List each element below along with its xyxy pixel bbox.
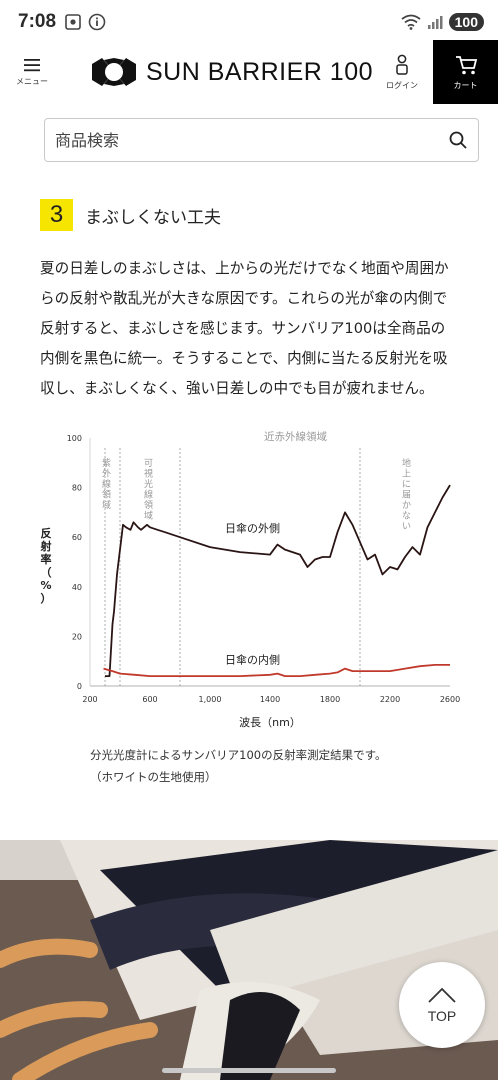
battery-badge: 100 <box>448 13 484 31</box>
site-header: メニュー SUN BARRIER 100 ログイン カート <box>0 40 498 104</box>
paragraph-line: 反射すると、まぶしさを感じます。サンバリア100は全商品の <box>40 320 446 337</box>
x-tick-label: 1800 <box>320 695 340 704</box>
region-label: 紫外線領域 <box>102 458 111 511</box>
x-tick-label: 200 <box>82 695 97 704</box>
reflectance-chart: 0 20 40 60 80 100 200 600 1,000 1400 1800 2200 2600 紫… <box>40 430 461 729</box>
user-icon <box>396 54 408 75</box>
back-to-top-button[interactable]: TOP <box>399 962 485 1048</box>
chevron-up-icon <box>428 987 456 1003</box>
series-line <box>105 484 451 678</box>
series-label: 日傘の外側 <box>225 522 280 535</box>
region-label: 近赤外線領域 <box>264 430 327 443</box>
y-tick-label: 0 <box>77 682 82 691</box>
screenshot-icon <box>65 14 81 30</box>
cart-icon <box>455 55 477 74</box>
home-indicator[interactable] <box>162 1068 336 1073</box>
paragraph-line: らの反射や散乱光が大きな原因です。これらの光が傘の内側で <box>40 290 448 307</box>
paragraph-line: 収し、まぶしくなく、強い日差しの中でも目が疲れません。 <box>40 380 434 397</box>
search-icon[interactable] <box>448 130 468 150</box>
section-heading: 3 まぶしくない工夫 <box>40 199 221 231</box>
region-label: 地上に届かない <box>402 457 411 532</box>
x-tick-label: 1400 <box>260 695 280 704</box>
x-tick-label: 2200 <box>380 695 400 704</box>
status-bar: 7:08 100 <box>0 0 498 44</box>
info-icon <box>88 13 106 31</box>
chart-caption: 分光光度計によるサンバリア100の反射率測定結果です。 （ホワイトの生地使用） <box>90 744 386 788</box>
paragraph-line: 内側を黒色に統一。そうすることで、内側に当たる反射光を吸 <box>40 350 448 367</box>
login-button[interactable]: ログイン <box>376 40 428 104</box>
y-tick-label: 60 <box>72 533 82 542</box>
search-input[interactable] <box>55 130 448 150</box>
region-label: 可視光線領域 <box>144 458 153 522</box>
menu-button[interactable]: メニュー <box>0 40 64 104</box>
cart-button[interactable]: カート <box>433 40 498 104</box>
wifi-icon <box>401 14 421 30</box>
top-label: TOP <box>427 1008 457 1024</box>
section-paragraph: 夏の日差しのまぶしさは、上からの光だけでなく地面や周囲か らの反射や散乱光が大き… <box>40 254 460 404</box>
search-box[interactable] <box>44 118 479 162</box>
series-label: 日傘の内側 <box>225 653 280 667</box>
section-title: まぶしくない工夫 <box>85 207 221 228</box>
chart-caption-line: 分光光度計によるサンバリア100の反射率測定結果です。 <box>90 748 387 762</box>
logo-text: SUN BARRIER 100 <box>146 57 374 86</box>
login-label: ログイン <box>386 80 418 90</box>
y-tick-label: 20 <box>72 632 82 641</box>
hamburger-icon <box>24 59 40 72</box>
x-tick-label: 1,000 <box>199 695 222 704</box>
y-tick-label: 80 <box>72 484 82 493</box>
y-tick-label: 40 <box>72 583 82 592</box>
x-tick-label: 2600 <box>440 695 460 704</box>
section-number: 3 <box>40 199 73 231</box>
cart-label: カート <box>453 80 478 90</box>
y-tick-label: 100 <box>67 434 82 443</box>
x-tick-label: 600 <box>142 695 157 704</box>
site-logo[interactable]: SUN BARRIER 100 <box>90 56 373 88</box>
chart-caption-line: （ホワイトの生地使用） <box>90 770 217 784</box>
logo-mark-icon <box>92 58 136 86</box>
status-time: 7:08 <box>18 11 57 32</box>
paragraph-line: 夏の日差しのまぶしさは、上からの光だけでなく地面や周囲か <box>40 260 449 277</box>
x-axis-label: 波長（nm） <box>239 716 301 729</box>
menu-label: メニュー <box>16 77 48 86</box>
signal-icon <box>427 16 443 29</box>
y-axis-label: 反射率（%） <box>40 526 52 605</box>
